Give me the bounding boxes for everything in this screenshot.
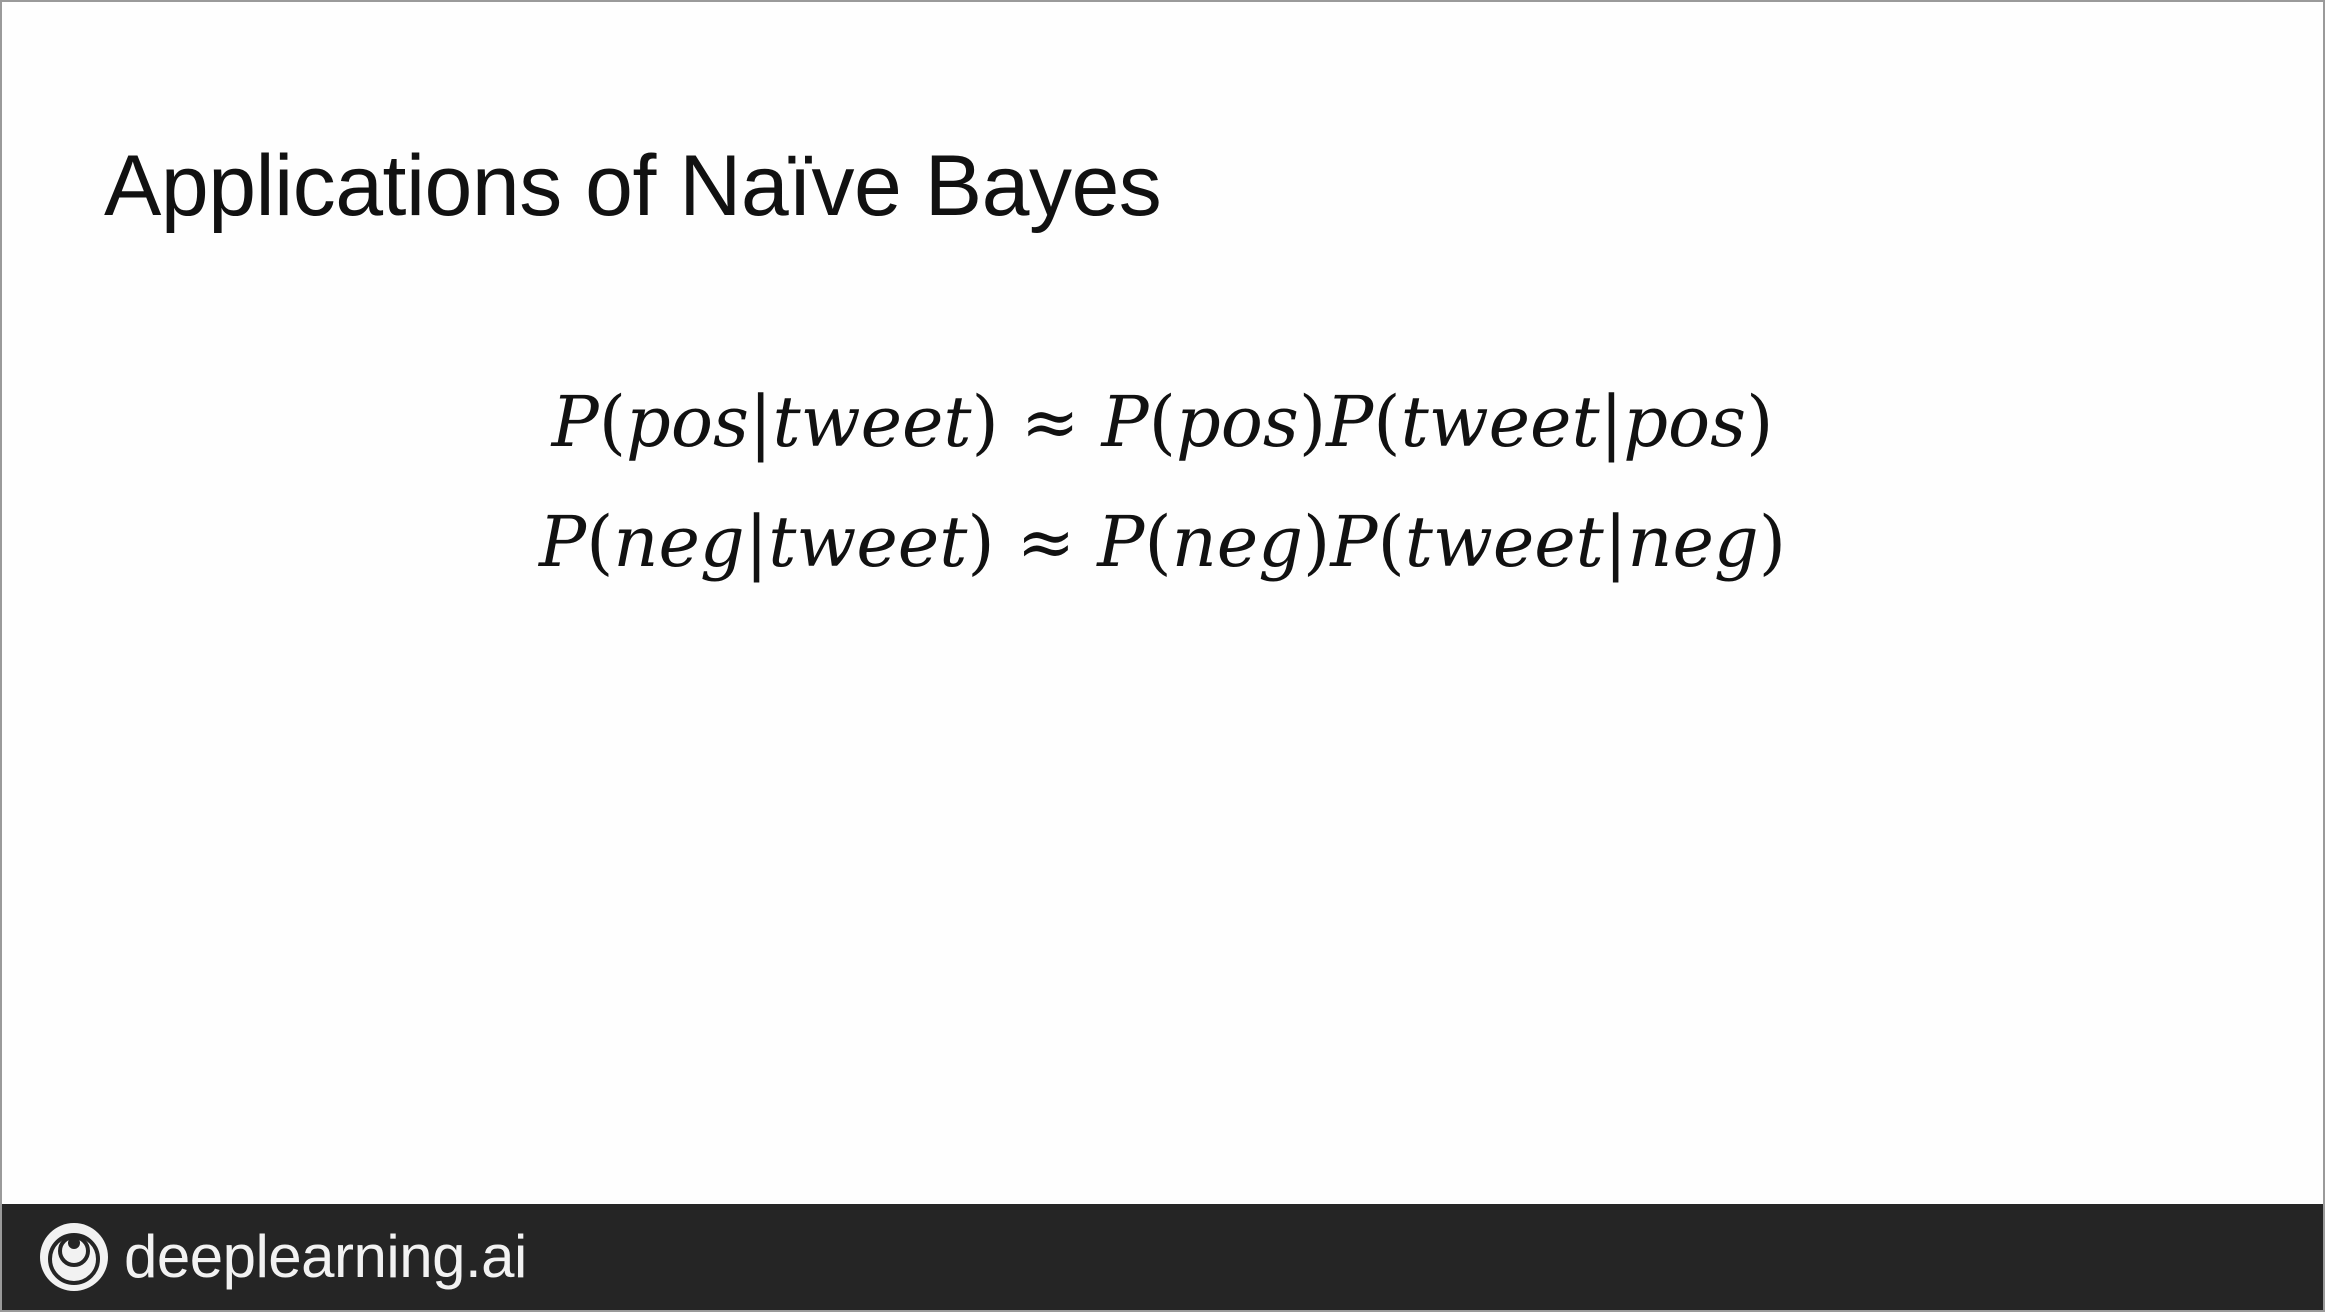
- class-label: pos: [1175, 381, 1299, 463]
- close-paren: ): [1303, 501, 1331, 583]
- class-label: neg: [1171, 501, 1304, 583]
- data-label: tweet: [772, 381, 972, 463]
- close-paren: ): [1298, 381, 1327, 463]
- equation-negative: P(neg|tweet) ≈ P(neg)P(tweet|neg): [2, 482, 2323, 602]
- given-bar: |: [748, 381, 773, 463]
- given-bar: |: [1603, 501, 1628, 583]
- given-bar: |: [744, 501, 769, 583]
- approx-symbol: ≈: [1016, 501, 1076, 583]
- close-paren: ): [971, 381, 999, 463]
- brand-name: deeplearning.ai: [124, 1223, 527, 1290]
- open-paren: (: [1377, 501, 1405, 583]
- close-paren: ): [1758, 501, 1787, 583]
- prob-symbol: P: [1326, 381, 1374, 463]
- prob-symbol: P: [1097, 501, 1145, 583]
- open-paren: (: [1144, 501, 1172, 583]
- prob-symbol: P: [538, 501, 587, 583]
- footer-bar: deeplearning.ai: [2, 1204, 2323, 1310]
- data-label: tweet: [768, 501, 968, 583]
- data-label: tweet: [1404, 501, 1604, 583]
- prob-symbol: P: [1101, 381, 1149, 463]
- open-paren: (: [1373, 381, 1401, 463]
- open-paren: (: [598, 381, 627, 463]
- prob-symbol: P: [551, 381, 599, 463]
- class-label: pos: [626, 381, 749, 463]
- equation-positive: P(pos|tweet) ≈ P(pos)P(tweet|pos): [2, 362, 2323, 482]
- class-label: pos: [1623, 381, 1747, 463]
- prob-symbol: P: [1330, 501, 1378, 583]
- class-label: neg: [1627, 501, 1759, 583]
- class-label: neg: [613, 501, 745, 583]
- close-paren: ): [1746, 381, 1774, 463]
- open-paren: (: [586, 501, 614, 583]
- open-paren: (: [1148, 381, 1176, 463]
- deeplearning-ai-logo-icon: [40, 1223, 108, 1291]
- close-paren: ): [967, 501, 995, 583]
- data-label: tweet: [1400, 381, 1600, 463]
- approx-symbol: ≈: [1020, 381, 1080, 463]
- slide: Applications of Naïve Bayes P(pos|tweet)…: [0, 0, 2325, 1312]
- given-bar: |: [1599, 381, 1624, 463]
- equation-block: P(pos|tweet) ≈ P(pos)P(tweet|pos) P(neg|tw…: [2, 362, 2323, 602]
- slide-title: Applications of Naïve Bayes: [104, 138, 1162, 234]
